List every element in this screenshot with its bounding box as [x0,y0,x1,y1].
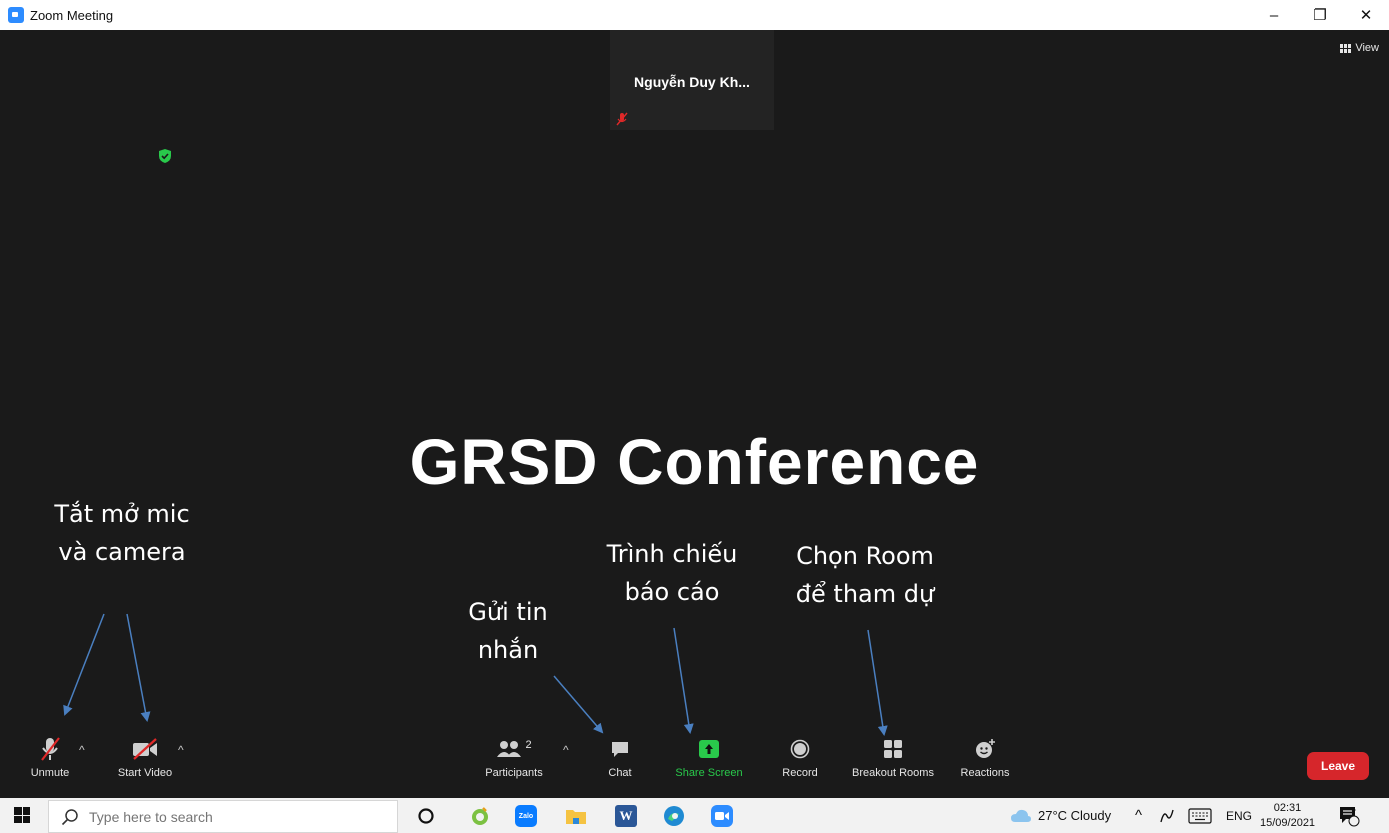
chat-button[interactable]: Chat [600,735,640,779]
clock-time: 02:31 [1273,802,1302,814]
search-input[interactable] [89,808,339,825]
zalo-icon[interactable]: Zalo [514,804,538,828]
breakout-rooms-icon [884,740,902,758]
participant-tile[interactable]: Nguyễn Duy Kh... [610,30,774,130]
annotation-rooms: Chọn Room để tham dự [780,537,950,613]
participants-options-caret[interactable]: ^ [563,743,569,757]
restore-button[interactable]: ❐ [1297,0,1343,30]
annotation-text: Trình chiếu [606,540,738,568]
participants-count: 2 [525,739,532,751]
muted-mic-icon [616,112,628,126]
record-button[interactable]: Record [778,735,822,779]
shared-content-title: GRSD Conference [409,426,980,498]
weather-text: 27°C Cloudy [1038,808,1112,823]
zoom-icon[interactable] [710,804,734,828]
unmute-label: Unmute [30,767,70,779]
annotation-share: Trình chiếu báo cáo [592,535,752,611]
audio-options-caret[interactable]: ^ [79,743,85,757]
show-hidden-icons-chevron-icon[interactable]: ^ [1135,798,1142,833]
breakout-rooms-label: Breakout Rooms [852,767,934,779]
annotation-text: báo cáo [624,578,720,606]
file-explorer-icon[interactable] [564,804,588,828]
participants-button[interactable]: 2 Participants [480,735,548,779]
cloud-icon [1011,809,1031,822]
view-button[interactable]: View [1340,42,1379,54]
meeting-toolbar: Unmute ^ Start Video ^ 2 Participants ^ [0,735,1389,790]
search-icon [61,808,78,825]
window-title: Zoom Meeting [30,7,114,23]
windows-taskbar: Zalo W 27°C Cloudy ^ [0,798,1389,833]
record-label: Record [782,767,818,779]
zoom-app-icon [8,7,24,23]
zalo-label: Zalo [515,805,537,827]
breakout-rooms-button[interactable]: Breakout Rooms [846,735,940,779]
greenshot-icon[interactable] [468,804,492,828]
input-language[interactable]: ENG [1226,798,1252,833]
participants-icon [497,741,522,757]
annotation-text: Gửi tin [468,598,548,626]
taskbar-search[interactable] [48,800,398,833]
pen-workspace-icon[interactable] [1158,798,1176,833]
leave-button[interactable]: Leave [1307,752,1369,780]
window-controls: – ❐ ✕ [1251,0,1389,30]
annotation-text: Chọn Room [796,542,934,570]
clock-date: 15/09/2021 [1260,817,1316,829]
participants-label: Participants [485,767,543,779]
video-off-icon [133,738,157,760]
share-screen-button[interactable]: Share Screen [672,735,746,779]
grid-view-icon [1340,43,1352,53]
reactions-button[interactable]: Reactions [956,735,1014,779]
view-label: View [1355,42,1379,54]
annotation-chat: Gửi tin nhắn [448,593,568,669]
annotation-text: để tham dự [795,580,935,608]
minimize-button[interactable]: – [1251,0,1297,30]
start-video-button[interactable]: Start Video [110,735,180,779]
chat-label: Chat [608,767,632,779]
word-icon[interactable]: W [614,804,638,828]
edge-icon[interactable] [662,804,686,828]
share-screen-label: Share Screen [675,767,743,779]
cortana-icon[interactable] [414,804,438,828]
word-label: W [615,805,637,827]
share-screen-icon [699,740,719,758]
reactions-label: Reactions [960,767,1010,779]
close-button[interactable]: ✕ [1343,0,1389,30]
record-icon [790,739,810,759]
annotation-mic-camera: Tắt mở mic và camera [42,495,202,571]
annotation-text: và camera [58,538,186,566]
start-video-label: Start Video [117,767,173,779]
system-clock[interactable]: 02:31 15/09/2021 [1260,801,1315,831]
action-center-icon[interactable]: 7 [1338,798,1360,833]
annotation-text: Tắt mở mic [54,500,190,528]
chat-icon [612,742,628,757]
reactions-icon [976,739,995,758]
unmute-button[interactable]: Unmute [28,735,72,779]
video-options-caret[interactable]: ^ [178,743,184,757]
windows-start-icon[interactable] [14,807,30,823]
encryption-shield-icon[interactable] [158,148,172,164]
annotation-text: nhắn [477,636,539,664]
title-bar: Zoom Meeting – ❐ ✕ [0,0,1389,30]
muted-mic-icon [41,737,60,761]
meeting-area: Nguyễn Duy Kh... View GRSD Conference [0,30,1389,790]
notification-count: 7 [1351,808,1357,818]
weather-widget[interactable]: 27°C Cloudy [1010,798,1111,833]
touch-keyboard-icon[interactable] [1188,798,1212,833]
participant-name: Nguyễn Duy Kh... [634,74,750,90]
